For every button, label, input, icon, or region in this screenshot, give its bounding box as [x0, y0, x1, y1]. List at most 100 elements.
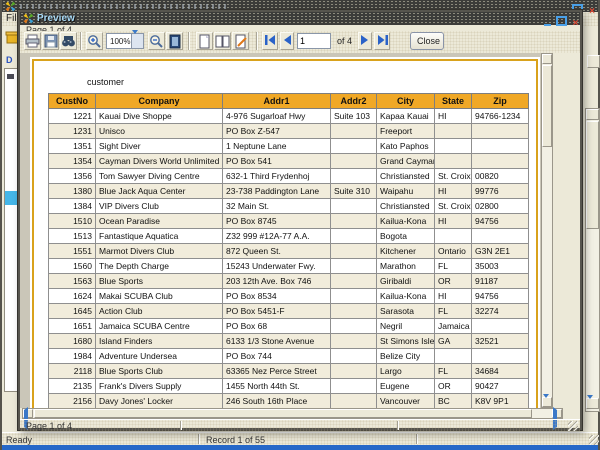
facing-pages-button[interactable] [214, 32, 231, 50]
table-cell [330, 303, 377, 319]
table-cell: Adventure Undersea [95, 348, 223, 364]
maximize-icon [556, 16, 567, 26]
save-icon [44, 34, 57, 48]
scroll-down-button[interactable] [586, 395, 599, 416]
table-cell: Vancouver [376, 393, 435, 408]
table-cell: PO Box 8534 [222, 288, 331, 304]
table-cell: Suite 310 [330, 183, 377, 199]
scroll-thumb[interactable] [34, 409, 532, 418]
table-cell: VIP Divers Club [95, 198, 223, 214]
column-header: Zip [471, 93, 529, 109]
scroll-left-button[interactable] [23, 407, 33, 430]
zoom-in-button[interactable] [86, 32, 103, 50]
combo-dropdown-button[interactable] [131, 30, 143, 48]
single-page-button[interactable] [196, 32, 213, 50]
prior-page-button[interactable] [280, 32, 294, 50]
record-count-status: Record 1 of 55 [206, 435, 266, 445]
table-cell: 00820 [471, 168, 529, 184]
table-cell: 6133 1/3 Stone Avenue [222, 333, 331, 349]
table-row: 1351 Sight Diver 1 Neptune Lane Kato Paphos [48, 138, 529, 154]
page-setup-button[interactable] [232, 32, 249, 50]
first-page-button[interactable] [262, 32, 278, 50]
page-number-input[interactable] [297, 33, 331, 49]
preview-resize-grip[interactable] [568, 421, 578, 431]
table-cell: 1455 North 44th St. [222, 378, 331, 394]
scroll-thumb[interactable] [586, 121, 599, 229]
preview-vertical-scrollbar[interactable] [541, 53, 553, 408]
table-cell: 1984 [48, 348, 96, 364]
table-row: 1984 Adventure Undersea PO Box 744 Belize C… [48, 348, 529, 364]
table-cell: 99776 [471, 183, 529, 199]
app-vertical-scrollbar[interactable] [585, 108, 600, 416]
table-cell: Ontario [434, 243, 472, 259]
app-resize-grip[interactable] [589, 435, 599, 445]
next-page-button[interactable] [358, 32, 372, 50]
table-cell: Kato Paphos [376, 138, 435, 154]
table-cell: Freeport [376, 123, 435, 139]
table-cell [330, 153, 377, 169]
preview-titlebar[interactable]: Preview × [20, 12, 582, 29]
table-cell: K8V 9P1 [471, 393, 529, 408]
table-cell [330, 228, 377, 244]
column-header: Addr1 [222, 93, 331, 109]
table-row: 1384 VIP Divers Club 32 Main St. Christians… [48, 198, 529, 214]
table-row: 2156 Davy Jones' Locker 246 South 16th Pla… [48, 393, 529, 408]
table-cell: GA [434, 333, 472, 349]
zoom-level-combobox[interactable]: 100% [106, 30, 144, 49]
table-cell: Kitchener [376, 243, 435, 259]
table-cell: G3N 2E1 [471, 243, 529, 259]
table-cell [330, 123, 377, 139]
table-cell: 94756 [471, 213, 529, 229]
table-cell: 32521 [471, 333, 529, 349]
table-cell: 203 12th Ave. Box 746 [222, 273, 331, 289]
table-cell: 1221 [48, 108, 96, 124]
table-cell: Kailua-Kona [376, 213, 435, 229]
app-mini-button[interactable] [587, 55, 600, 68]
save-button[interactable] [42, 32, 59, 50]
table-cell: 1231 [48, 123, 96, 139]
app-window-bottom-border [2, 445, 598, 450]
table-cell: St Simons Isle [376, 333, 435, 349]
table-cell: Blue Sports Club [95, 363, 223, 379]
table-cell: The Depth Charge [95, 258, 223, 274]
preview-close-button[interactable]: × [569, 13, 582, 29]
table-cell: Kailua-Kona [376, 288, 435, 304]
zoom-level-value: 100% [110, 37, 131, 46]
preview-minimize-button[interactable] [541, 13, 554, 26]
table-cell: FL [434, 258, 472, 274]
table-cell [434, 123, 472, 139]
last-page-button[interactable] [374, 32, 390, 50]
preview-window: Preview × Page 1 of 4 100% 1 of 4 Close … [18, 10, 582, 431]
print-button[interactable] [24, 32, 41, 50]
table-cell: 1 Neptune Lane [222, 138, 331, 154]
close-preview-button[interactable]: Close [410, 32, 444, 50]
zoom-out-button[interactable] [148, 32, 165, 50]
find-button[interactable] [60, 32, 77, 50]
table-cell: Grand Cayman [376, 153, 435, 169]
table-cell: 94756 [471, 288, 529, 304]
table-cell: St. Croix [434, 168, 472, 184]
preview-horizontal-scrollbar[interactable] [22, 407, 563, 430]
scroll-down-button[interactable] [542, 394, 552, 408]
app-status-ready: Ready [6, 435, 33, 445]
preview-window-title: Preview [37, 13, 75, 24]
scroll-up-button[interactable] [542, 54, 552, 76]
scroll-thumb[interactable] [542, 65, 552, 147]
column-header: Addr2 [330, 93, 377, 109]
preview-maximize-button[interactable] [555, 13, 568, 26]
table-row: 1510 Ocean Paradise PO Box 8745 Kailua-Kona… [48, 213, 529, 229]
scroll-right-button[interactable] [552, 407, 562, 430]
report-table-body: 1221 Kauai Dive Shoppe 4-976 Sugarloaf Hwy… [48, 108, 529, 408]
table-cell: Marmot Divers Club [95, 243, 223, 259]
table-cell: 23-738 Paddington Lane [222, 183, 331, 199]
table-cell: 32274 [471, 303, 529, 319]
scroll-up-button[interactable] [586, 109, 599, 131]
whole-page-button[interactable] [166, 32, 183, 50]
table-cell: 1351 [48, 138, 96, 154]
print-icon [25, 34, 40, 48]
app-close-button[interactable]: × [586, 1, 598, 17]
table-cell: PO Box 8745 [222, 213, 331, 229]
table-cell: 34684 [471, 363, 529, 379]
table-cell: 1645 [48, 303, 96, 319]
list-item-icon [7, 74, 14, 79]
